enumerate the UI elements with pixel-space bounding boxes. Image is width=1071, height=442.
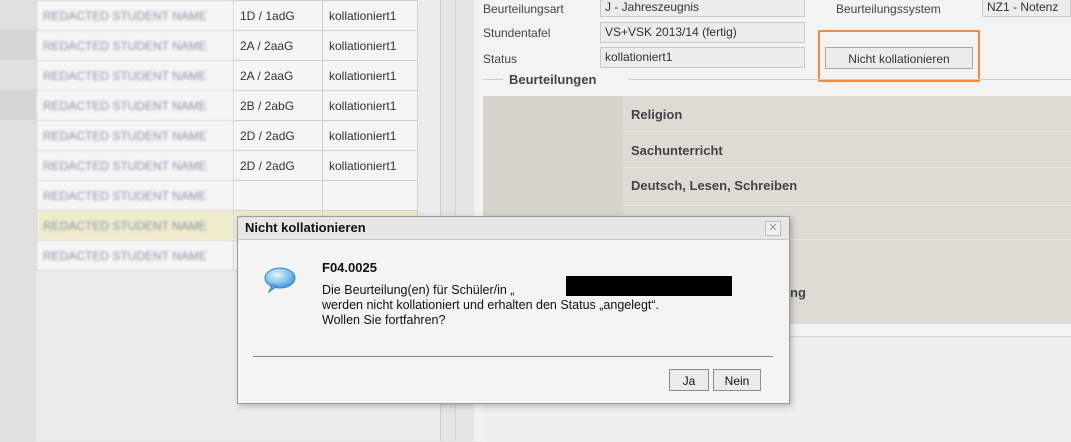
student-name-cell: REDACTED STUDENT NAME [36, 150, 234, 181]
student-name-cell: REDACTED STUDENT NAME [36, 30, 234, 61]
beurteilungsart-value[interactable]: J - Jahreszeugnis [600, 0, 805, 17]
strip-band [0, 30, 36, 60]
student-name-cell: REDACTED STUDENT NAME [36, 240, 234, 271]
class-cell: 1D / 1adG [233, 0, 323, 31]
row-divider [623, 167, 1071, 168]
class-cell: 2D / 2adG [233, 120, 323, 151]
table-row[interactable]: REDACTED STUDENT NAME [36, 180, 418, 211]
close-icon[interactable]: ✕ [765, 221, 781, 236]
subject-sachunterricht[interactable]: Sachunterricht [631, 143, 723, 158]
subject-religion[interactable]: Religion [631, 107, 682, 122]
subject-partial[interactable]: ng [790, 285, 806, 300]
class-cell: 2A / 2aaG [233, 30, 323, 61]
left-icon-strip [0, 0, 36, 441]
status-cell: kollationiert1 [322, 60, 418, 91]
message-line-2: werden nicht kollationiert und erhalten … [322, 298, 660, 312]
subject-deutsch[interactable]: Deutsch, Lesen, Schreiben [631, 178, 797, 193]
dialog-title-bar[interactable]: Nicht kollationieren ✕ [238, 217, 789, 240]
table-row[interactable]: REDACTED STUDENT NAME 2D / 2adG kollationi… [36, 150, 418, 181]
dialog-title: Nicht kollationieren [245, 220, 366, 235]
stundentafel-value[interactable]: VS+VSK 2013/14 (fertig) [600, 22, 805, 43]
strip-band [0, 90, 36, 120]
status-cell: kollationiert1 [322, 30, 418, 61]
class-cell: 2A / 2aaG [233, 60, 323, 91]
class-cell: 2D / 2adG [233, 150, 323, 181]
ja-button[interactable]: Ja [669, 369, 709, 391]
student-name-cell: REDACTED STUDENT NAME [36, 210, 234, 241]
highlight-box [818, 30, 980, 82]
row-divider [623, 205, 1071, 206]
speech-bubble-icon [263, 267, 297, 294]
table-row[interactable]: REDACTED STUDENT NAME 2A / 2aaG kollationi… [36, 30, 418, 61]
table-row[interactable]: REDACTED STUDENT NAME 2B / 2abG kollationi… [36, 90, 418, 121]
confirm-dialog: Nicht kollationieren ✕ F04.0025 Die Beur… [237, 216, 790, 404]
beurteilungssystem-label: Beurteilungssystem [836, 2, 941, 16]
status-label: Status [483, 52, 518, 66]
student-name-cell: REDACTED STUDENT NAME [36, 90, 234, 121]
row-divider [623, 131, 1071, 132]
beurteilungssystem-value[interactable]: NZ1 - Notenz [982, 0, 1071, 17]
section-title: Beurteilungen [509, 72, 597, 87]
message-code: F04.0025 [322, 260, 377, 275]
status-value: kollationiert1 [600, 47, 805, 68]
section-divider [483, 79, 503, 80]
class-cell: 2B / 2abG [233, 90, 323, 121]
dialog-separator [253, 356, 773, 357]
section-divider [628, 79, 1071, 80]
beurteilungsart-label: Beurteilungsart [483, 2, 564, 16]
status-cell: kollationiert1 [322, 0, 418, 31]
message-line-1: Die Beurteilung(en) für Schüler/in „ [322, 283, 515, 297]
student-name-cell: REDACTED STUDENT NAME [36, 60, 234, 91]
message-line-3: Wollen Sie fortfahren? [322, 313, 446, 327]
table-row[interactable]: REDACTED STUDENT NAME 1D / 1adG kollationi… [36, 0, 418, 31]
redaction-bar [566, 276, 732, 296]
status-cell [322, 180, 418, 211]
table-row[interactable]: REDACTED STUDENT NAME 2D / 2adG kollationi… [36, 120, 418, 151]
status-cell: kollationiert1 [322, 90, 418, 121]
nein-button[interactable]: Nein [713, 369, 761, 391]
status-cell: kollationiert1 [322, 150, 418, 181]
student-name-cell: REDACTED STUDENT NAME [36, 0, 234, 31]
student-name-cell: REDACTED STUDENT NAME [36, 120, 234, 151]
stundentafel-label: Stundentafel [483, 26, 551, 40]
table-row[interactable]: REDACTED STUDENT NAME 2A / 2aaG kollationi… [36, 60, 418, 91]
status-cell: kollationiert1 [322, 120, 418, 151]
student-name-cell: REDACTED STUDENT NAME [36, 180, 234, 211]
class-cell [233, 180, 323, 211]
